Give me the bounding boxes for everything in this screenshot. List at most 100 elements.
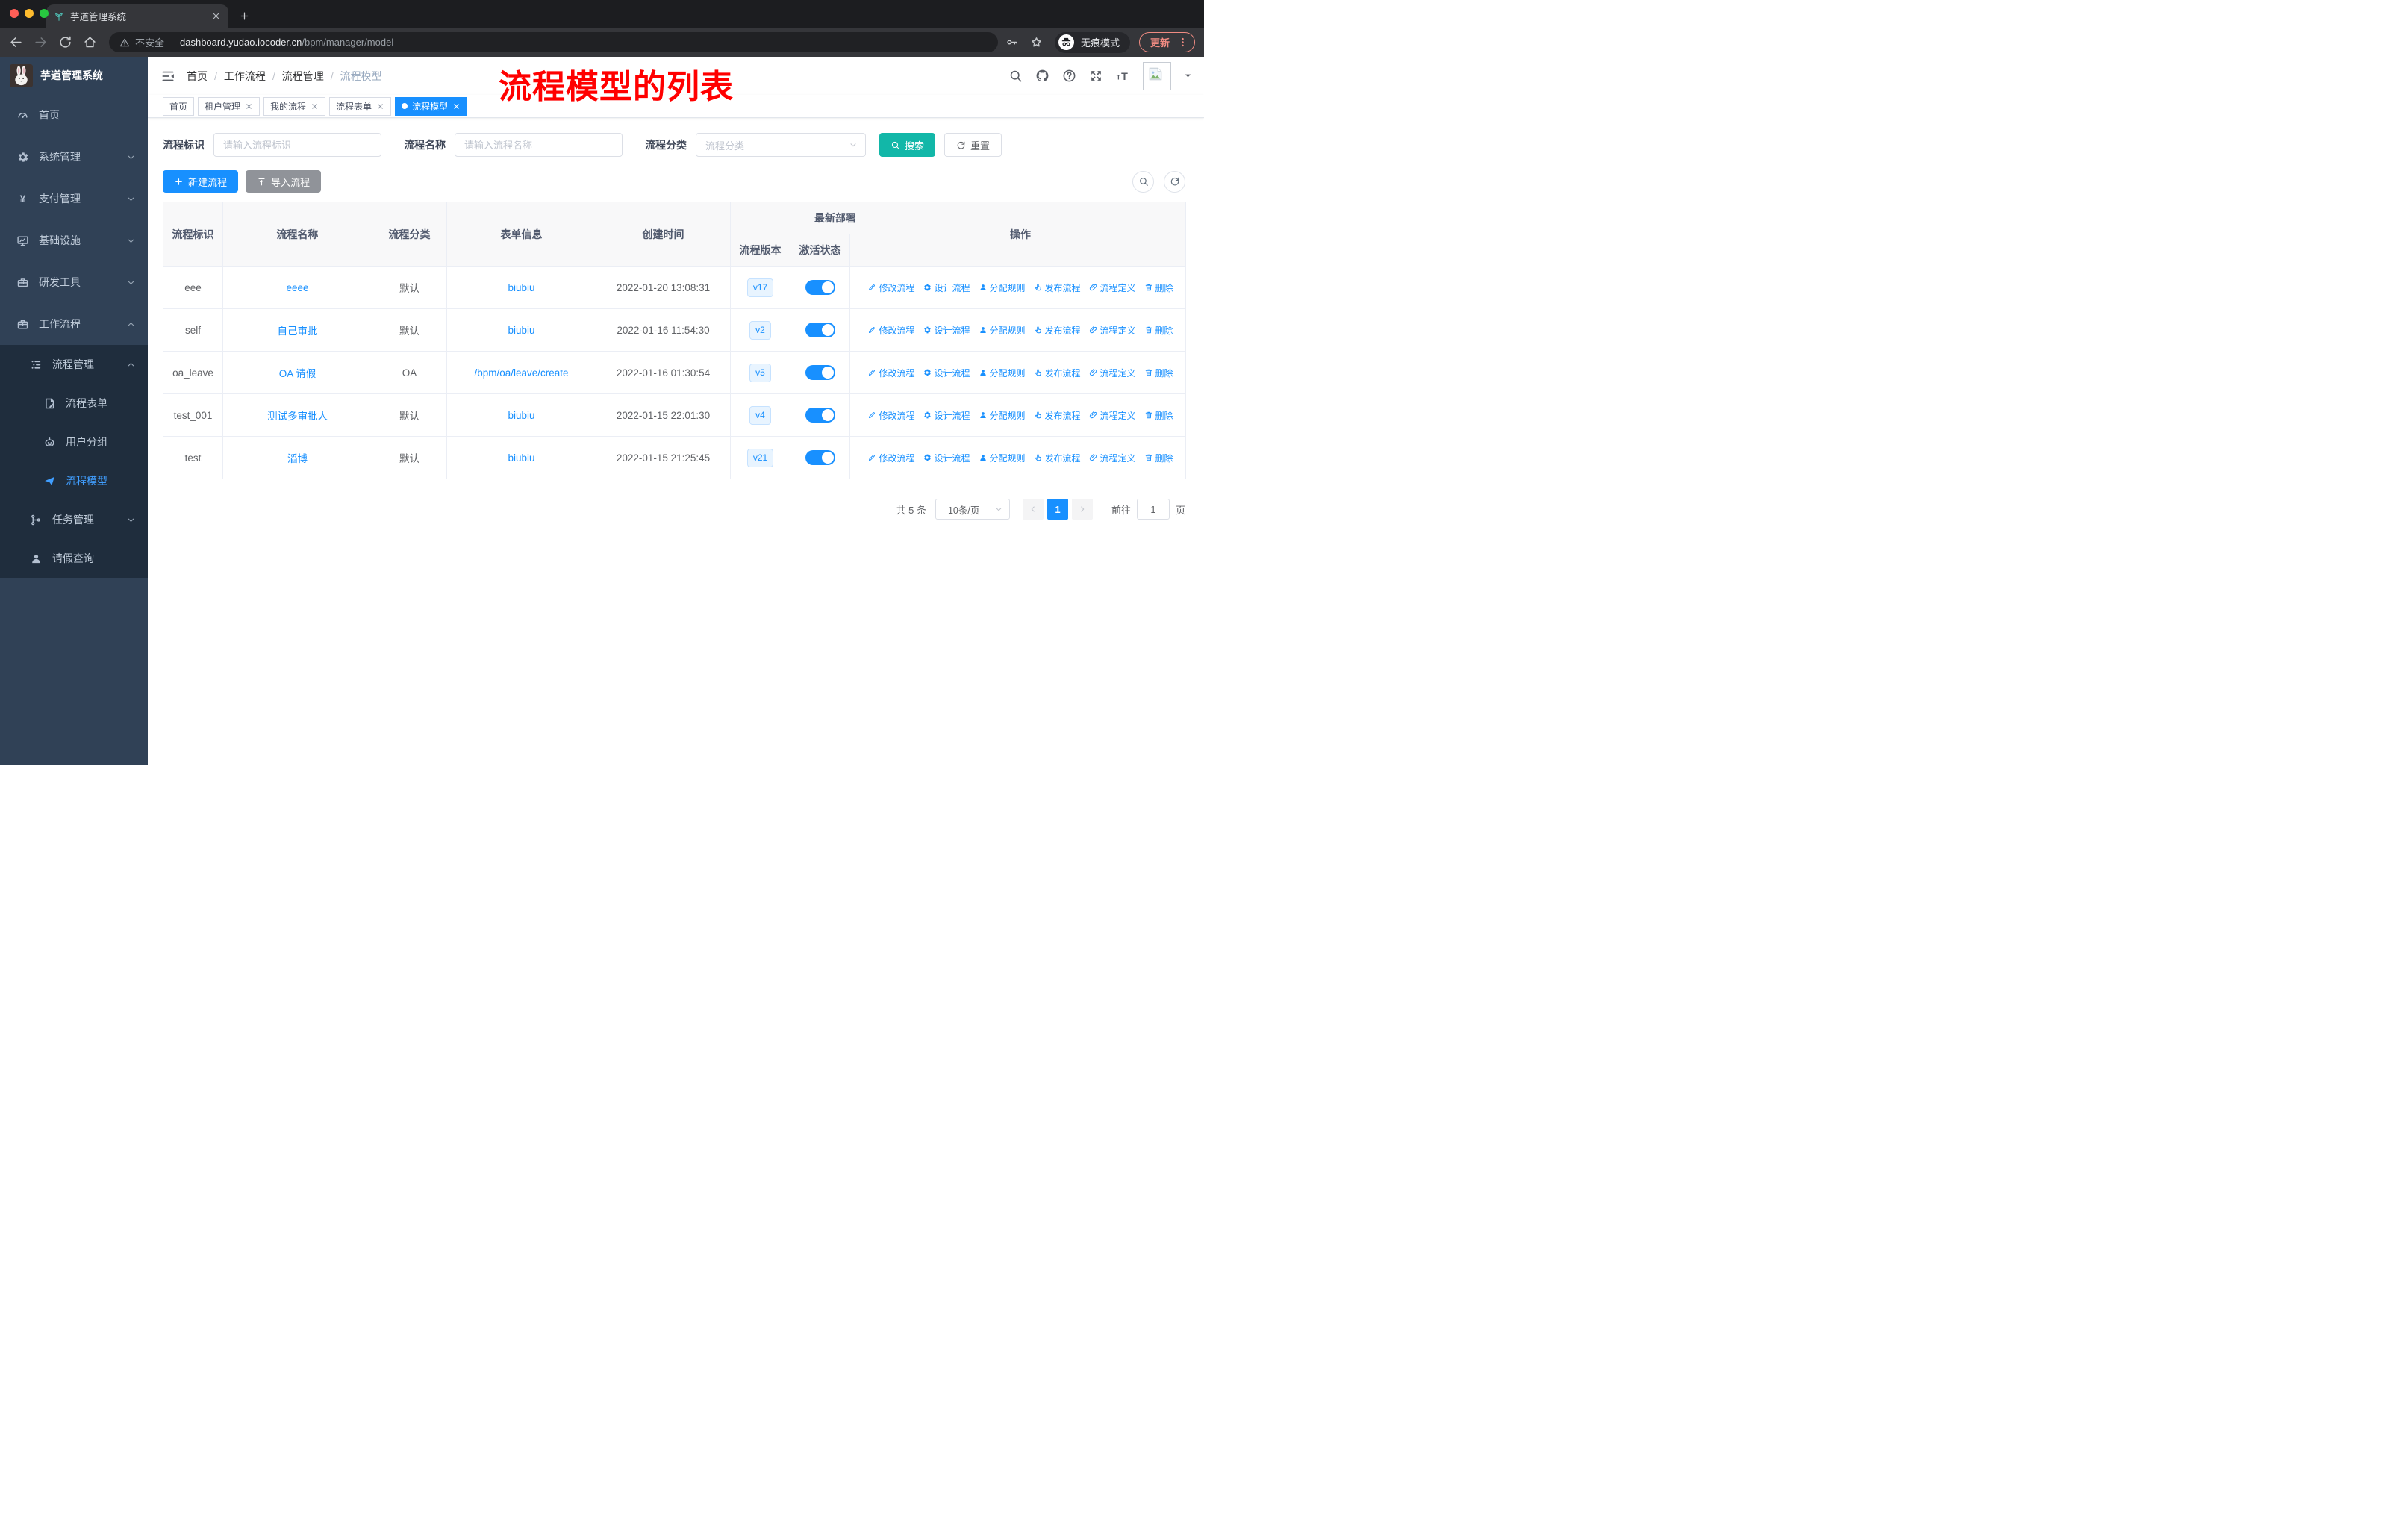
design-gear-action[interactable]: 设计流程 — [923, 367, 970, 379]
sidebar-item-devtools[interactable]: 研发工具 — [0, 261, 148, 303]
new-tab-button[interactable] — [239, 10, 250, 22]
search-button[interactable]: 搜索 — [879, 133, 936, 157]
breadcrumb-item[interactable]: 流程管理 — [282, 69, 324, 84]
filter-key-input[interactable] — [213, 133, 381, 157]
tags-view-tag[interactable]: 租户管理 — [198, 96, 261, 116]
publish-hand-action[interactable]: 发布流程 — [1034, 409, 1081, 422]
reset-button[interactable]: 重置 — [944, 133, 1002, 157]
sidebar-item-infra[interactable]: 基础设施 — [0, 219, 148, 261]
active-toggle[interactable] — [805, 280, 835, 295]
publish-hand-action[interactable]: 发布流程 — [1034, 324, 1081, 337]
tag-close-icon[interactable] — [376, 102, 384, 110]
assign-user-action[interactable]: 分配规则 — [979, 281, 1026, 294]
pencil-action[interactable]: 修改流程 — [867, 367, 914, 379]
trash-action[interactable]: 删除 — [1144, 452, 1173, 464]
pencil-action[interactable]: 修改流程 — [867, 409, 914, 422]
window-minimize-button[interactable] — [25, 9, 34, 18]
next-page-button[interactable] — [1071, 499, 1093, 520]
trash-action[interactable]: 删除 — [1144, 367, 1173, 379]
form-info-link[interactable]: /bpm/oa/leave/create — [474, 367, 568, 379]
back-button[interactable] — [9, 35, 23, 49]
form-info-link[interactable]: biubiu — [508, 410, 534, 421]
toggle-search-button[interactable] — [1132, 170, 1154, 193]
fullscreen-icon[interactable] — [1089, 69, 1103, 83]
sidebar-item-system[interactable]: 系统管理 — [0, 136, 148, 178]
process-name-link[interactable]: 滔博 — [287, 453, 308, 464]
page-size-select[interactable]: 10条/页 — [935, 499, 1010, 520]
filter-category-select[interactable]: 流程分类 — [696, 133, 866, 157]
design-gear-action[interactable]: 设计流程 — [923, 324, 970, 337]
process-name-link[interactable]: 测试多审批人 — [267, 411, 328, 422]
process-name-link[interactable]: OA 请假 — [279, 368, 316, 379]
filter-name-input[interactable] — [455, 133, 623, 157]
url-bar[interactable]: 不安全 dashboard.yudao.iocoder.cn/bpm/manag… — [109, 32, 998, 52]
sidebar-item-workflow[interactable]: 工作流程 — [0, 303, 148, 345]
sidebar-item-user-group[interactable]: 用户分组 — [0, 423, 148, 461]
tags-view-tag[interactable]: 流程模型 — [395, 96, 468, 116]
browser-tab[interactable]: 芋道管理系统 — [46, 4, 228, 28]
avatar[interactable] — [1143, 61, 1171, 90]
form-info-link[interactable]: biubiu — [508, 325, 534, 336]
tags-view-tag[interactable]: 首页 — [163, 96, 195, 116]
publish-hand-action[interactable]: 发布流程 — [1034, 367, 1081, 379]
tag-close-icon[interactable] — [452, 102, 461, 110]
assign-user-action[interactable]: 分配规则 — [979, 324, 1026, 337]
sidebar-item-process-model[interactable]: 流程模型 — [0, 461, 148, 500]
password-key-icon[interactable] — [1005, 36, 1018, 49]
design-gear-action[interactable]: 设计流程 — [923, 452, 970, 464]
breadcrumb-item[interactable]: 工作流程 — [224, 69, 266, 84]
publish-hand-action[interactable]: 发布流程 — [1034, 281, 1081, 294]
process-name-link[interactable]: 自己审批 — [278, 326, 318, 337]
assign-user-action[interactable]: 分配规则 — [979, 409, 1026, 422]
font-size-icon[interactable]: TT — [1116, 69, 1130, 83]
sidebar-item-payment[interactable]: ¥ 支付管理 — [0, 178, 148, 219]
app-logo[interactable]: 芋道管理系统 — [0, 57, 148, 94]
trash-action[interactable]: 删除 — [1144, 281, 1173, 294]
avatar-caret-icon[interactable] — [1184, 72, 1192, 80]
prev-page-button[interactable] — [1022, 499, 1044, 520]
pencil-action[interactable]: 修改流程 — [867, 452, 914, 464]
paperclip-action[interactable]: 流程定义 — [1089, 324, 1136, 337]
github-icon[interactable] — [1035, 69, 1049, 83]
sidebar-item-process-form[interactable]: 流程表单 — [0, 384, 148, 423]
design-gear-action[interactable]: 设计流程 — [923, 409, 970, 422]
sidebar-item-process-manage[interactable]: 流程管理 — [0, 345, 148, 384]
window-close-button[interactable] — [10, 9, 19, 18]
trash-action[interactable]: 删除 — [1144, 324, 1173, 337]
tags-view-tag[interactable]: 我的流程 — [263, 96, 326, 116]
form-info-link[interactable]: biubiu — [508, 452, 534, 464]
refresh-table-button[interactable] — [1164, 170, 1185, 193]
active-toggle[interactable] — [805, 408, 835, 423]
home-button[interactable] — [83, 35, 97, 49]
process-name-link[interactable]: eeee — [286, 282, 308, 293]
trash-action[interactable]: 删除 — [1144, 409, 1173, 422]
tag-close-icon[interactable] — [245, 102, 253, 110]
browser-menu-icon[interactable] — [1177, 37, 1188, 48]
tag-close-icon[interactable] — [311, 102, 319, 110]
tab-close-icon[interactable] — [211, 11, 221, 21]
sidebar-item-leave-query[interactable]: 请假查询 — [0, 539, 148, 578]
paperclip-action[interactable]: 流程定义 — [1089, 409, 1136, 422]
breadcrumb-item[interactable]: 首页 — [187, 69, 208, 84]
pencil-action[interactable]: 修改流程 — [867, 324, 914, 337]
hamburger-icon[interactable] — [160, 69, 175, 84]
create-process-button[interactable]: 新建流程 — [163, 170, 239, 193]
import-process-button[interactable]: 导入流程 — [246, 170, 322, 193]
active-toggle[interactable] — [805, 365, 835, 380]
active-toggle[interactable] — [805, 323, 835, 337]
assign-user-action[interactable]: 分配规则 — [979, 367, 1026, 379]
forward-button[interactable] — [34, 35, 48, 49]
form-info-link[interactable]: biubiu — [508, 282, 534, 293]
sidebar-item-home[interactable]: 首页 — [0, 94, 148, 136]
help-icon[interactable] — [1062, 69, 1076, 83]
reload-button[interactable] — [58, 35, 72, 49]
window-zoom-button[interactable] — [40, 9, 49, 18]
design-gear-action[interactable]: 设计流程 — [923, 281, 970, 294]
goto-page-input[interactable] — [1136, 499, 1170, 520]
security-warning-icon[interactable] — [119, 37, 130, 48]
active-toggle[interactable] — [805, 450, 835, 465]
sidebar-item-task-manage[interactable]: 任务管理 — [0, 500, 148, 539]
bookmark-star-icon[interactable] — [1030, 36, 1043, 49]
header-search-icon[interactable] — [1008, 69, 1023, 83]
paperclip-action[interactable]: 流程定义 — [1089, 452, 1136, 464]
